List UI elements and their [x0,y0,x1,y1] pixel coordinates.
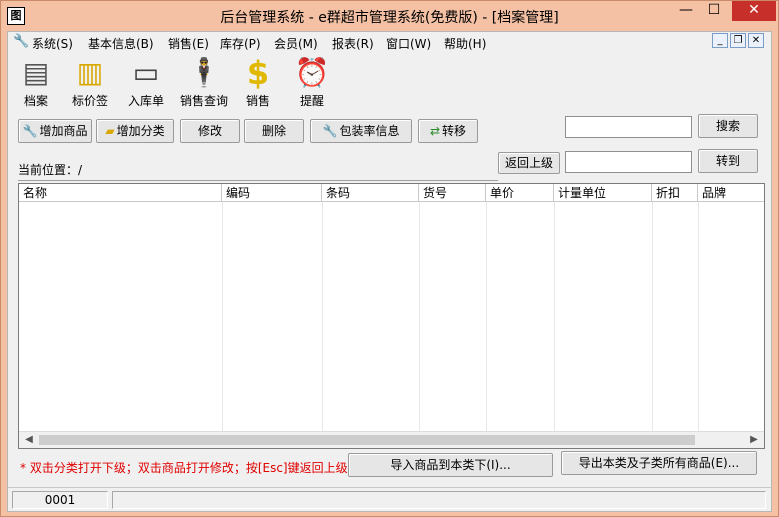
menu-window[interactable]: 窗口(W) [386,35,431,52]
column-header-barcode[interactable]: 条码 [322,184,419,202]
column-header-name[interactable]: 名称 [19,184,222,202]
menu-sales[interactable]: 销售(E) [168,35,209,52]
dollar-icon: $ [246,54,270,92]
grid-divider [698,202,699,432]
grid-header: 名称 编码 条码 货号 单价 计量单位 折扣 品牌 [19,184,764,202]
scroll-right-icon[interactable]: ▶ [746,433,762,448]
search-button[interactable]: 搜索 [698,114,758,138]
toolbar-price-tag[interactable]: ▥ 标价签 [62,56,118,112]
grid-divider [486,202,487,432]
stock-in-icon: ▭ [132,56,160,89]
goto-button[interactable]: 转到 [698,149,758,173]
menu-help[interactable]: 帮助(H) [444,35,486,52]
grid-divider [322,202,323,432]
toolbar-label: 标价签 [71,94,108,108]
window-title: 后台管理系统 - e群超市管理系统(免费版) - [档案管理] [220,10,559,26]
menu-member[interactable]: 会员(M) [274,35,318,52]
scroll-left-icon[interactable]: ◀ [21,433,37,448]
grid-divider [652,202,653,432]
title-bar[interactable]: 图 后台管理系统 - e群超市管理系统(免费版) - [档案管理] — ☐ ✕ [1,1,778,31]
child-close-button[interactable]: ✕ [748,33,764,48]
toolbar-stock-in[interactable]: ▭ 入库单 [118,56,174,112]
menu-basic-info[interactable]: 基本信息(B) [88,35,154,52]
menu-system[interactable]: 系统(S) [32,35,73,52]
column-header-brand[interactable]: 品牌 [698,184,764,202]
status-message [112,491,766,509]
wrench-icon: 🔧 [22,124,38,138]
toolbar-sales-query[interactable]: 🕴 销售查询 [174,56,234,112]
sales-query-icon: 🕴 [186,56,222,89]
folder-icon: ▰ [105,124,115,138]
menu-bar: 🔧 系统(S) 基本信息(B) 销售(E) 库存(P) 会员(M) 报表(R) … [8,32,771,52]
child-minimize-button[interactable]: _ [712,33,728,48]
toolbar-reminder[interactable]: ⏰ 提醒 [284,56,340,112]
grid-divider [222,202,223,432]
wrench-icon: 🔧 [13,34,30,49]
add-product-label: 增加商品 [39,124,88,138]
column-header-discount[interactable]: 折扣 [652,184,698,202]
edit-button[interactable]: 修改 [180,119,240,143]
transfer-label: 转移 [442,124,467,138]
mdi-client: 🔧 系统(S) 基本信息(B) 销售(E) 库存(P) 会员(M) 报表(R) … [7,31,772,512]
current-location: 当前位置：/ [18,161,498,181]
add-product-button[interactable]: 🔧 增加商品 [18,119,92,143]
archive-icon: ▤ [22,56,50,89]
horizontal-scrollbar[interactable]: ◀ ▶ [19,431,764,448]
toolbar-label: 档案 [23,94,48,108]
app-window: 图 后台管理系统 - e群超市管理系统(免费版) - [档案管理] — ☐ ✕ … [0,0,779,517]
maximize-button[interactable]: ☐ [700,1,728,21]
toolbar-label: 提醒 [299,94,324,108]
goto-input[interactable] [565,151,692,173]
transfer-button[interactable]: ⇄ 转移 [418,119,478,143]
usage-hint: * 双击分类打开下级；双击商品打开修改；按[Esc]键返回上级 [20,461,348,475]
toolbar-label: 销售查询 [179,94,228,108]
menu-report[interactable]: 报表(R) [332,35,374,52]
delete-button[interactable]: 删除 [244,119,304,143]
menu-inventory[interactable]: 库存(P) [220,35,261,52]
export-products-button[interactable]: 导出本类及子类所有商品(E)... [561,451,757,475]
toolbar-label: 入库单 [127,94,164,108]
transfer-icon: ⇄ [429,124,441,138]
column-header-price[interactable]: 单价 [486,184,554,202]
search-input[interactable] [565,116,692,138]
package-rate-button[interactable]: 🔧 包装率信息 [310,119,412,143]
minimize-button[interactable]: — [672,1,700,21]
add-category-label: 增加分类 [116,124,165,138]
toolbar-sales[interactable]: $ 销售 [230,56,286,112]
wrench-icon: 🔧 [322,124,338,138]
package-rate-label: 包装率信息 [339,124,400,138]
back-up-button[interactable]: 返回上级 [498,152,560,174]
child-restore-button[interactable]: ❐ [730,33,746,48]
product-grid[interactable]: 名称 编码 条码 货号 单价 计量单位 折扣 品牌 ◀ ▶ [18,183,765,449]
column-header-code[interactable]: 编码 [222,184,322,202]
close-button[interactable]: ✕ [732,1,776,21]
status-bar: 0001 [8,487,771,511]
main-toolbar: ▤ 档案 ▥ 标价签 ▭ 入库单 🕴 销售查询 $ 销售 ⏰ 提醒 [8,54,771,114]
price-tag-icon: ▥ [76,56,104,89]
column-header-item-no[interactable]: 货号 [419,184,486,202]
status-code: 0001 [12,491,108,509]
toolbar-archive[interactable]: ▤ 档案 [8,56,64,112]
toolbar-label: 销售 [245,94,270,108]
column-header-unit[interactable]: 计量单位 [554,184,652,202]
scroll-thumb[interactable] [39,435,695,445]
add-category-button[interactable]: ▰ 增加分类 [96,119,174,143]
alarm-clock-icon: ⏰ [294,56,330,89]
import-products-button[interactable]: 导入商品到本类下(I)... [348,453,553,477]
grid-divider [554,202,555,432]
grid-divider [419,202,420,432]
